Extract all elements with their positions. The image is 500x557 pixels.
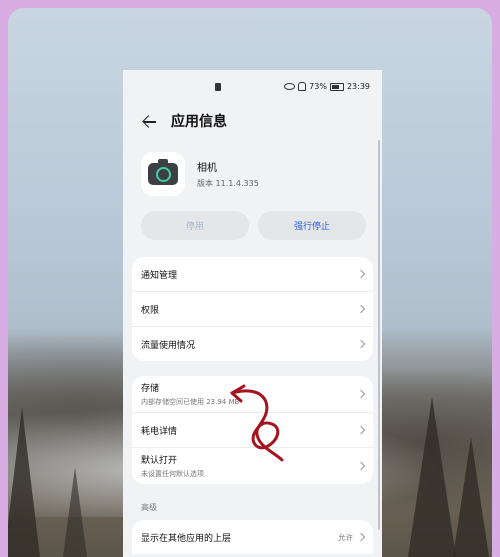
notification-icon [215,83,221,91]
list-item-display-over-apps[interactable]: 显示在其他应用的上层 允许 [132,520,373,554]
chevron-right-icon [356,425,366,435]
chevron-right-icon [356,304,366,314]
app-icon [141,152,185,196]
settings-group-1: 通知管理 权限 流量使用情况 [132,257,373,361]
tree [453,437,489,557]
list-item-data-usage[interactable]: 流量使用情况 [132,326,373,361]
list-item-label: 默认打开 [141,456,178,466]
list-item-value: 允许 [338,532,353,542]
tree [8,407,40,557]
action-buttons: 停用 强行停止 [141,211,366,240]
list-item-open-by-default[interactable]: 默认打开 未设置任何默认选项 [132,447,373,484]
chevron-right-icon [356,339,366,349]
clock: 23:39 [346,82,370,91]
chevron-right-icon [356,461,366,471]
status-right: 73% 23:39 [284,82,370,91]
status-bar: 73% 23:39 [123,70,382,104]
list-item-battery-details[interactable]: 耗电详情 [132,412,373,447]
camera-icon [148,159,178,185]
app-name: 相机 [197,163,217,174]
battery-percent: 73% [309,82,327,91]
list-item-label: 耗电详情 [141,426,178,437]
app-summary: 相机 版本 11.1.4.335 [141,152,259,196]
list-item-storage[interactable]: 存储 内部存储空间已使用 23.94 MB [132,376,373,412]
settings-group-2: 存储 内部存储空间已使用 23.94 MB 耗电详情 默认打开 未设置任何默认选… [132,376,373,484]
page-title: 应用信息 [171,114,227,130]
list-item-subtitle: 未设置任何默认选项 [141,470,204,478]
disable-button[interactable]: 停用 [141,211,249,240]
list-item-right: 允许 [338,532,366,543]
section-header-advanced: 高级 [141,503,157,512]
mute-icon [298,82,307,91]
chevron-right-icon [356,269,366,279]
phone-screen: 73% 23:39 应用信息 相机 版本 11.1.4.335 停用 强行停止 … [123,70,382,557]
eye-comfort-icon [284,83,296,90]
app-info: 相机 版本 11.1.4.335 [197,159,259,189]
list-item-label: 显示在其他应用的上层 [141,533,232,544]
tree [63,467,87,557]
back-arrow-icon[interactable] [141,111,159,131]
app-bar: 应用信息 [141,108,227,134]
app-version: 版本 11.1.4.335 [197,179,259,188]
chevron-right-icon [356,532,366,542]
force-stop-button[interactable]: 强行停止 [258,211,366,240]
list-item-label: 流量使用情况 [141,340,196,351]
list-item-permissions[interactable]: 权限 [132,291,373,326]
settings-group-advanced: 显示在其他应用的上层 允许 [132,520,373,554]
tree [408,397,456,557]
list-item-notifications[interactable]: 通知管理 [132,257,373,291]
list-item-subtitle: 内部存储空间已使用 23.94 MB [141,398,240,406]
scrollbar[interactable] [378,140,380,530]
list-item-label: 权限 [141,305,160,316]
list-item-label: 存储 [141,384,160,394]
list-item-label: 通知管理 [141,270,178,281]
battery-icon [329,82,344,91]
chevron-right-icon [356,389,366,399]
